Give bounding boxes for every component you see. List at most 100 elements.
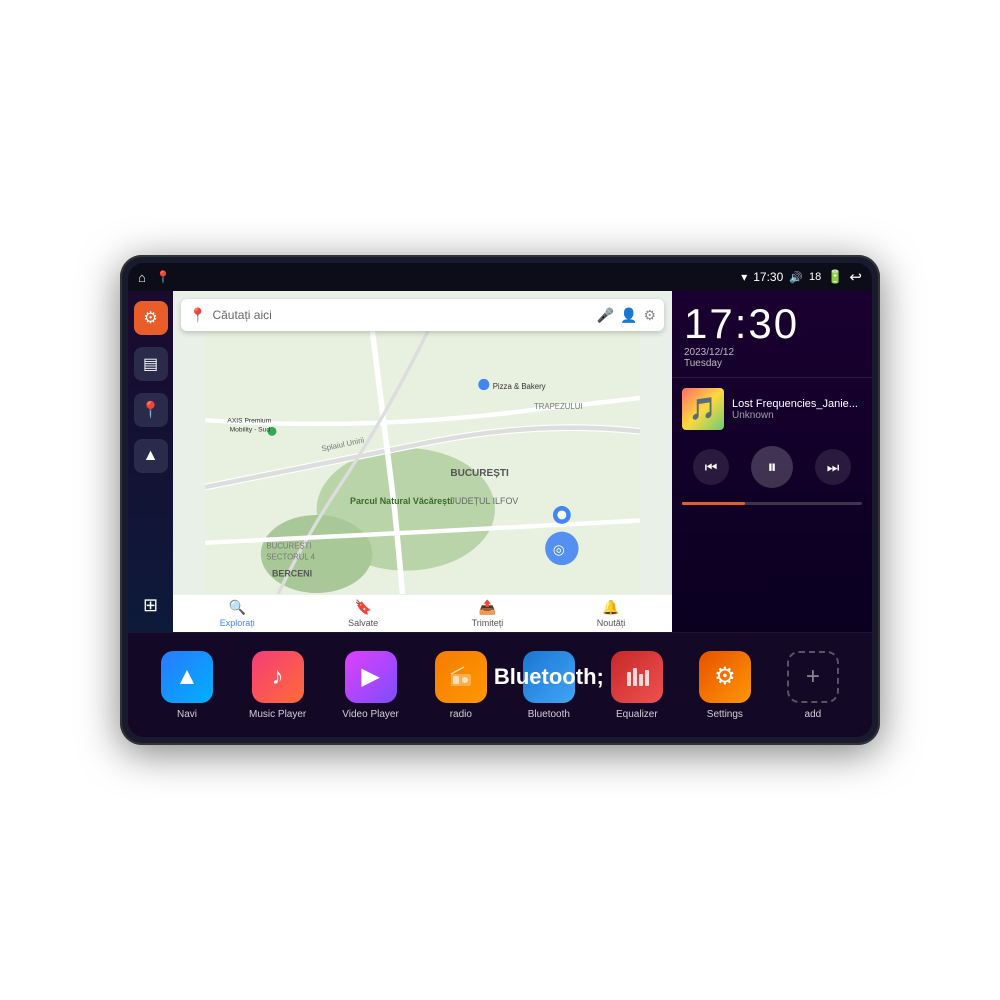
clock-date-text: 2023/12/12 [684,347,734,358]
svg-text:AXIS Premium: AXIS Premium [227,417,271,424]
music-controls: ⏮ ⏸ ⏭ [682,440,862,494]
sidebar-location-btn[interactable]: 📍 [134,393,168,427]
svg-text:BUCUREȘTI: BUCUREȘTI [450,468,509,479]
svg-text:Pizza & Bakery: Pizza & Bakery [493,382,546,391]
folder-icon: ▤ [143,354,158,374]
map-background: 📍 Căutați aici 🎤 👤 ⚙ [173,291,672,632]
video-player-label: Video Player [342,709,399,720]
clock-time: 17:30 [684,303,860,345]
music-player-label: Music Player [249,709,306,720]
saved-label: Salvate [348,618,378,628]
map-area: 📍 Căutați aici 🎤 👤 ⚙ [173,291,672,632]
album-art: 🎵 [682,388,724,430]
music-track-info: 🎵 Lost Frequencies_Janie... Unknown [682,388,862,430]
next-icon: ⏭ [827,459,840,476]
app-grid-bar: ▲ Navi ♪ Music Player ▶ Video Player [128,632,872,737]
map-container: 📍 Căutați aici 🎤 👤 ⚙ [173,291,672,632]
back-icon[interactable]: ↩ [849,268,862,286]
settings-icon: ⚙ [143,308,157,328]
home-icon[interactable]: ⌂ [138,270,146,285]
sidebar-apps-btn[interactable]: ⊞ [134,588,168,622]
clock-date: 2023/12/12 Tuesday [684,347,860,369]
app-item-add[interactable]: + add [787,651,839,720]
music-progress-fill [682,502,745,505]
track-artist: Unknown [732,410,862,421]
battery-level: 18 [809,271,821,283]
music-icon-symbol: ♪ [272,663,284,691]
volume-icon: 🔊 [789,271,803,284]
main-content-area: ⚙ ▤ 📍 ▲ ⊞ [128,291,872,632]
clock-section: 17:30 2023/12/12 Tuesday [672,291,872,378]
car-display-device: ⌂ 📍 ▾ 17:30 🔊 18 🔋 ↩ ⚙ ▤ [120,255,880,745]
music-section: 🎵 Lost Frequencies_Janie... Unknown ⏮ ⏸ [672,378,872,632]
track-name: Lost Frequencies_Janie... [732,398,862,410]
status-bar: ⌂ 📍 ▾ 17:30 🔊 18 🔋 ↩ [128,263,872,291]
explore-label: Explorați [220,618,255,628]
app-item-bluetooth[interactable]: Bluetooth; Bluetooth [523,651,575,720]
album-art-icon: 🎵 [689,396,716,422]
location-status-icon[interactable]: 📍 [156,270,171,284]
map-search-bar[interactable]: 📍 Căutați aici 🎤 👤 ⚙ [181,299,664,331]
sidebar-settings-btn[interactable]: ⚙ [134,301,168,335]
radio-label: radio [450,709,472,720]
status-right-area: ▾ 17:30 🔊 18 🔋 ↩ [741,268,862,286]
music-progress-bar[interactable] [682,502,862,505]
google-maps-pin-icon: 📍 [189,307,206,324]
settings-app-icon: ⚙ [699,651,751,703]
svg-text:BUCUREȘTI: BUCUREȘTI [266,541,311,550]
map-nav-saved[interactable]: 🔖 Salvate [348,599,378,628]
pause-btn[interactable]: ⏸ [751,446,793,488]
prev-icon: ⏮ [705,459,718,476]
navigation-icon: ▲ [143,447,159,465]
status-time: 17:30 [753,270,783,284]
news-icon: 🔔 [602,599,619,616]
left-sidebar: ⚙ ▤ 📍 ▲ ⊞ [128,291,173,632]
navi-icon-symbol: ▲ [175,663,199,691]
right-panel: 17:30 2023/12/12 Tuesday 🎵 Lost Fr [672,291,872,632]
pause-icon: ⏸ [768,457,777,478]
add-icon: + [787,651,839,703]
mic-icon[interactable]: 🎤 [597,307,614,324]
svg-text:SECTORUL 4: SECTORUL 4 [266,553,315,562]
wifi-icon: ▾ [741,270,747,284]
svg-text:JUDEȚUL ILFOV: JUDEȚUL ILFOV [450,496,518,506]
prev-track-btn[interactable]: ⏮ [693,449,729,485]
bluetooth-label: Bluetooth [528,709,570,720]
map-nav-news[interactable]: 🔔 Noutăți [597,599,626,628]
map-svg: Splaiul Unirii Parcul Natural Văcărești … [173,331,672,632]
app-item-equalizer[interactable]: Equalizer [611,651,663,720]
settings-label: Settings [707,709,743,720]
video-icon-symbol: ▶ [361,662,379,691]
svg-text:◎: ◎ [553,542,565,557]
eq-svg [624,664,650,690]
battery-icon: 🔋 [827,269,843,285]
navi-icon: ▲ [161,651,213,703]
map-nav-send[interactable]: 📤 Trimiteți [472,599,504,628]
sidebar-nav-btn[interactable]: ▲ [134,439,168,473]
next-track-btn[interactable]: ⏭ [815,449,851,485]
account-icon[interactable]: 👤 [620,307,637,324]
app-item-navi[interactable]: ▲ Navi [161,651,213,720]
status-left-icons: ⌂ 📍 [138,270,171,285]
apps-grid-icon: ⊞ [143,595,158,616]
svg-text:BERCENI: BERCENI [272,568,312,578]
sidebar-files-btn[interactable]: ▤ [134,347,168,381]
device-screen: ⌂ 📍 ▾ 17:30 🔊 18 🔋 ↩ ⚙ ▤ [128,263,872,737]
track-details: Lost Frequencies_Janie... Unknown [732,398,862,421]
settings-map-icon[interactable]: ⚙ [643,307,656,324]
news-label: Noutăți [597,618,626,628]
app-item-radio[interactable]: radio [435,651,487,720]
svg-text:Parcul Natural Văcărești: Parcul Natural Văcărești [350,496,452,506]
map-pin-icon: 📍 [141,400,161,420]
search-placeholder-text: Căutați aici [212,308,590,322]
add-icon-symbol: + [806,663,820,691]
explore-icon: 🔍 [229,599,246,616]
svg-text:Mobility - Sud: Mobility - Sud [230,426,271,433]
svg-text:TRAPEZULUI: TRAPEZULUI [534,402,583,411]
app-item-music-player[interactable]: ♪ Music Player [249,651,306,720]
map-nav-explore[interactable]: 🔍 Explorați [220,599,255,628]
radio-svg [448,664,474,690]
app-item-settings[interactable]: ⚙ Settings [699,651,751,720]
add-label: add [805,709,822,720]
app-item-video-player[interactable]: ▶ Video Player [342,651,399,720]
